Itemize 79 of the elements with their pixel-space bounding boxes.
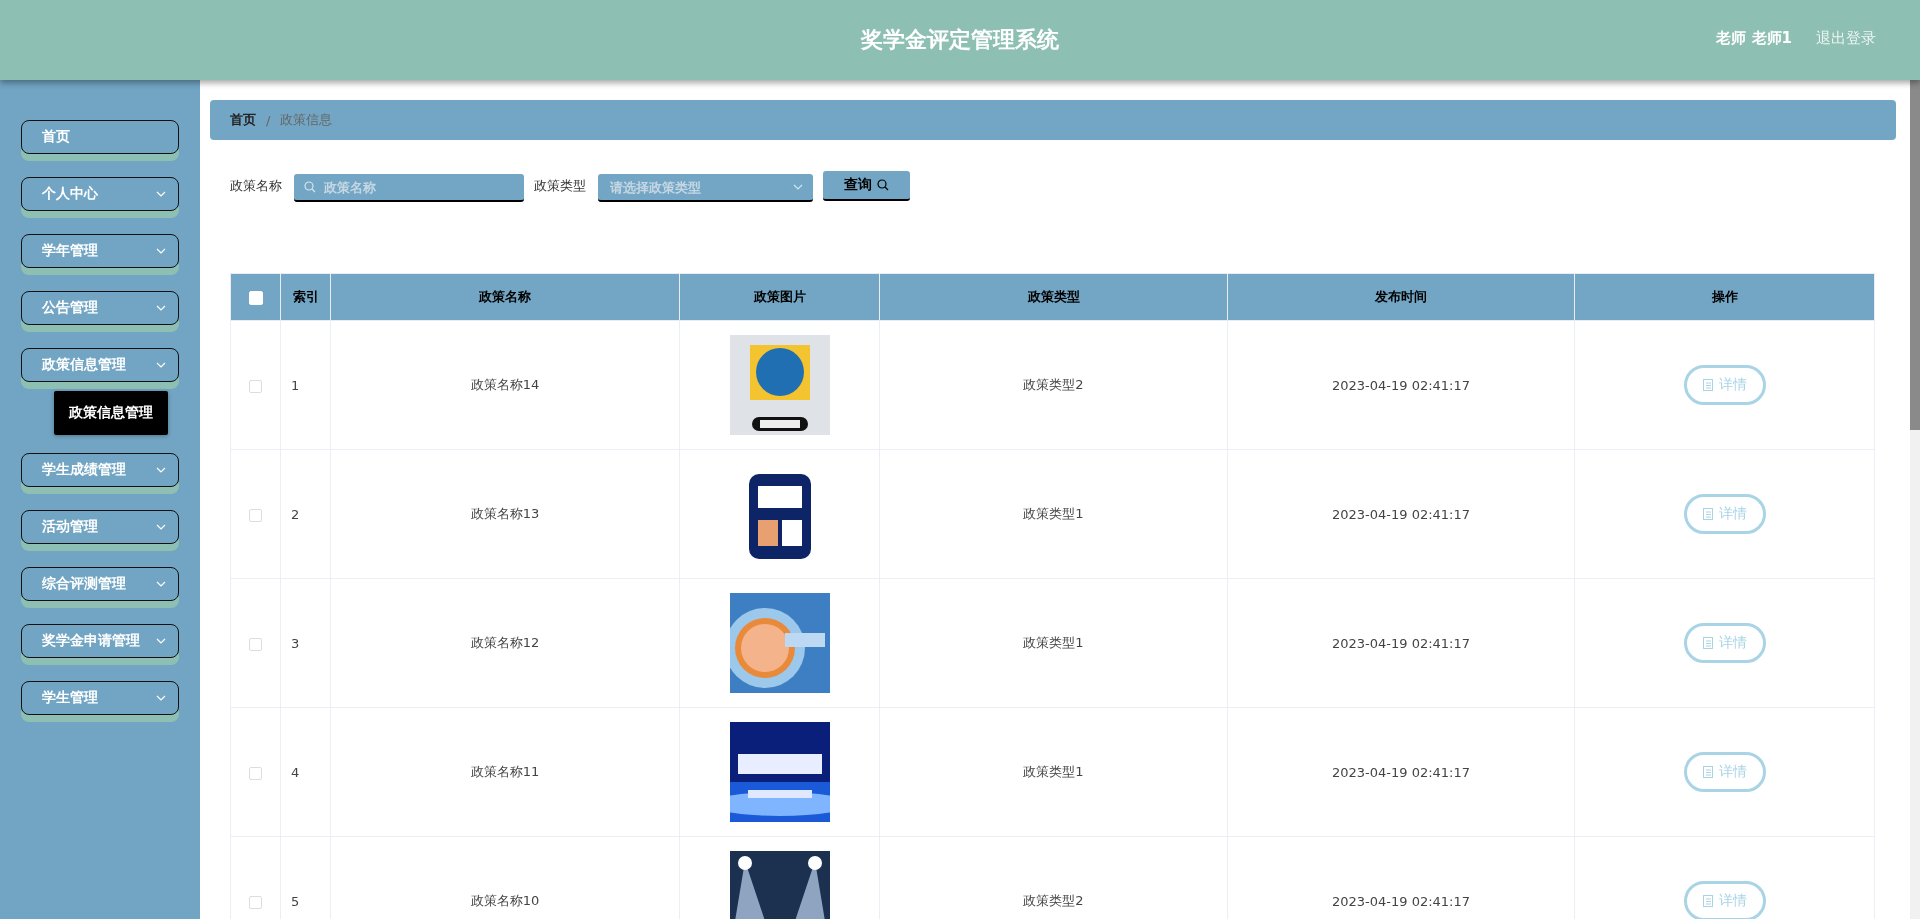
- sidebar-item[interactable]: 综合评测管理: [21, 567, 179, 608]
- table-cell: 1: [291, 377, 300, 393]
- document-icon: [1702, 508, 1713, 520]
- app-title: 奖学金评定管理系统: [861, 26, 1059, 54]
- table-cell: 5: [291, 893, 300, 909]
- table-cell: 3: [291, 635, 300, 651]
- table-cell: 2023-04-19 02:41:17: [1331, 506, 1471, 522]
- chevron-icon: [156, 524, 166, 530]
- chevron-icon: [156, 248, 166, 254]
- details-button[interactable]: 详情: [1683, 752, 1766, 792]
- column-header: 发布时间: [1227, 273, 1575, 321]
- sidebar-item[interactable]: 学年管理: [21, 234, 179, 275]
- table-cell: 政策名称10: [470, 893, 540, 908]
- column-header: 政策名称: [330, 273, 680, 321]
- details-button[interactable]: 详情: [1683, 365, 1766, 405]
- column-header: 索引: [280, 273, 331, 321]
- search-icon: [877, 179, 889, 191]
- submenu-item[interactable]: 政策信息管理: [54, 391, 168, 435]
- chevron-icon: [156, 467, 166, 473]
- document-icon: [1702, 895, 1713, 907]
- column-header: 政策类型: [879, 273, 1228, 321]
- row-checkbox[interactable]: [249, 637, 262, 651]
- logout-link[interactable]: 退出登录: [1816, 29, 1876, 48]
- row-checkbox[interactable]: [249, 379, 262, 393]
- sidebar-item[interactable]: 学生管理: [21, 681, 179, 722]
- user-name: 老师 老师1: [1716, 29, 1792, 48]
- document-icon: [1702, 766, 1713, 778]
- table-cell: 2023-04-19 02:41:17: [1331, 635, 1471, 651]
- sidebar-item[interactable]: 活动管理: [21, 510, 179, 551]
- field-label: 政策类型: [534, 177, 586, 195]
- chevron-icon: [793, 184, 803, 190]
- chevron-icon: [156, 305, 166, 311]
- type-select-input[interactable]: 请选择政策类型: [608, 178, 793, 196]
- table-cell: 政策类型2: [1023, 893, 1084, 908]
- table-cell: 4: [291, 764, 300, 780]
- name-input[interactable]: 政策名称: [322, 178, 514, 196]
- breadcrumb-separator: /: [266, 112, 271, 128]
- table-cell: 2023-04-19 02:41:17: [1331, 377, 1471, 393]
- sidebar-item[interactable]: 学生成绩管理: [21, 453, 179, 494]
- document-icon: [1702, 637, 1713, 649]
- field-label: 政策名称: [230, 177, 282, 195]
- breadcrumb-item[interactable]: 首页: [230, 111, 256, 129]
- search-icon: [304, 181, 316, 193]
- details-button[interactable]: 详情: [1683, 494, 1766, 534]
- table-cell: 政策类型1: [1023, 764, 1084, 779]
- chevron-icon: [156, 362, 166, 368]
- table-cell: 政策名称14: [470, 377, 540, 392]
- document-icon: [1702, 379, 1713, 391]
- table-cell: 2023-04-19 02:41:17: [1331, 764, 1471, 780]
- table-cell: 政策类型2: [1023, 377, 1084, 392]
- chevron-icon: [156, 695, 166, 701]
- column-header: 政策图片: [679, 273, 880, 321]
- table-cell: 政策名称11: [470, 764, 540, 779]
- table-cell: 政策名称12: [470, 635, 540, 650]
- sidebar-item[interactable]: 公告管理: [21, 291, 179, 332]
- sidebar-item[interactable]: 首页: [21, 120, 179, 161]
- column-header: 操作: [1574, 273, 1875, 321]
- table-cell: 2023-04-19 02:41:17: [1331, 893, 1471, 909]
- sidebar-item[interactable]: 个人中心: [21, 177, 179, 218]
- breadcrumb-item: 政策信息: [280, 111, 333, 129]
- select-all-checkbox[interactable]: [248, 290, 263, 305]
- search-button[interactable]: 查询: [823, 171, 910, 201]
- chevron-icon: [156, 191, 166, 197]
- table-cell: 2: [291, 506, 300, 522]
- type-select-field[interactable]: 请选择政策类型: [598, 174, 813, 202]
- name-search-field[interactable]: 政策名称: [294, 174, 524, 202]
- table-cell: 政策类型1: [1023, 506, 1084, 521]
- sidebar-item[interactable]: 奖学金申请管理: [21, 624, 179, 665]
- details-button[interactable]: 详情: [1683, 881, 1766, 919]
- scrollbar[interactable]: [1910, 80, 1920, 919]
- sidebar-item[interactable]: 政策信息管理: [21, 348, 179, 389]
- row-checkbox[interactable]: [249, 895, 262, 909]
- chevron-icon: [156, 581, 166, 587]
- row-checkbox[interactable]: [249, 508, 262, 522]
- details-button[interactable]: 详情: [1683, 623, 1766, 663]
- chevron-icon: [156, 638, 166, 644]
- row-checkbox[interactable]: [249, 766, 262, 780]
- table-cell: 政策类型1: [1023, 635, 1084, 650]
- table-cell: 政策名称13: [470, 506, 540, 521]
